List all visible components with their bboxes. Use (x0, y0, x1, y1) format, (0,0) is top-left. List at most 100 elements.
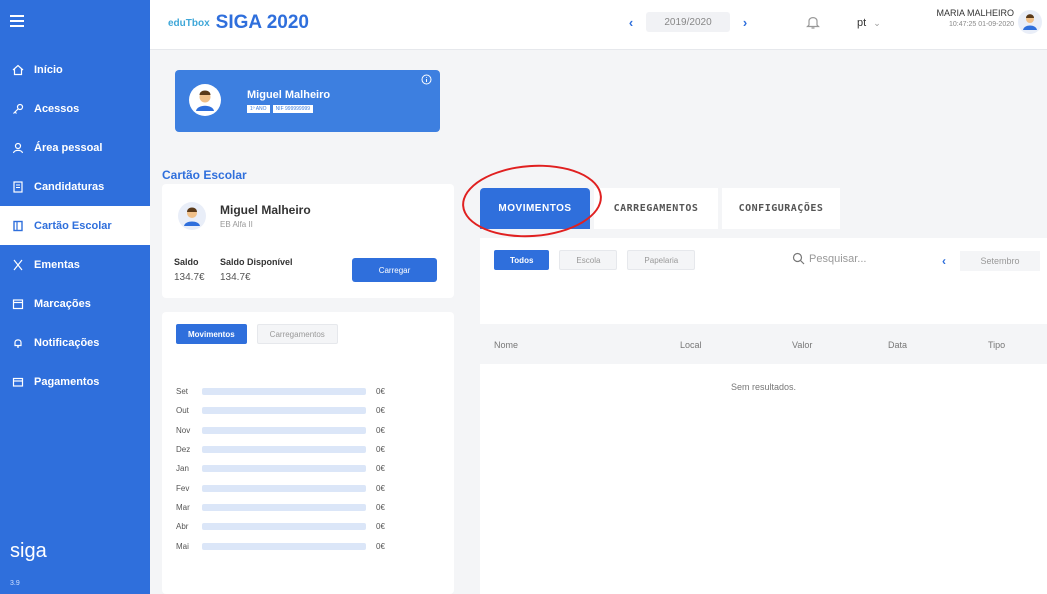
filter-todos[interactable]: Todos (494, 250, 550, 270)
list-item: Mar 0€ (176, 498, 385, 517)
month-label: Jan (176, 464, 189, 474)
column-header-tipo[interactable]: Tipo (988, 340, 1005, 350)
sidebar-item-cartao-escolar[interactable]: Cartão Escolar (0, 206, 150, 245)
filter-papelaria[interactable]: Papelaria (627, 250, 696, 270)
month-label: Out (176, 406, 189, 416)
student-avatar (178, 202, 206, 230)
sidebar-item-label: Ementas (34, 258, 80, 271)
card-icon (12, 220, 24, 232)
chevron-left-icon[interactable]: ‹ (942, 254, 946, 268)
filter-escola[interactable]: Escola (559, 250, 618, 270)
table-header: Nome Local Valor Data Tipo (480, 324, 1047, 364)
student-profile-card[interactable]: Miguel Malheiro 1º ANO NIF 999999999 (175, 70, 440, 132)
tab-carregamentos-side[interactable]: Carregamentos (256, 324, 338, 344)
month-value: 0€ (376, 464, 385, 474)
month-value[interactable]: Setembro (960, 251, 1040, 271)
student-tags: 1º ANO NIF 999999999 (247, 105, 314, 113)
card-student-name: Miguel Malheiro (220, 203, 311, 217)
sidebar-item-candidaturas[interactable]: Candidaturas (0, 167, 150, 206)
notifications-bell-icon[interactable] (806, 14, 820, 35)
month-bar (202, 388, 366, 396)
column-header-local[interactable]: Local (680, 340, 702, 350)
column-header-valor[interactable]: Valor (792, 340, 812, 350)
tab-movimentos-side[interactable]: Movimentos (176, 324, 247, 344)
monthly-movements-card: Movimentos Carregamentos Set 0€ Out 0€ Nov… (162, 312, 454, 594)
month-bar (202, 523, 366, 531)
user-info[interactable]: MARIA MALHEIRO 10:47:25 01-09-2020 (914, 8, 1014, 28)
wallet-icon (12, 376, 24, 388)
month-label: Abr (176, 522, 189, 532)
saldo-disponivel-value: 134.7€ (220, 272, 251, 283)
language-select[interactable]: pt ⌄ (857, 17, 881, 29)
sidebar-item-area-pessoal[interactable]: Área pessoal (0, 128, 150, 167)
search-icon (792, 252, 805, 265)
month-label: Mai (176, 541, 189, 551)
sidebar-top (0, 0, 150, 42)
month-value: 0€ (376, 502, 385, 512)
sidebar-item-inicio[interactable]: Início (0, 50, 150, 89)
month-bar (202, 446, 366, 454)
sidebar-item-label: Notificações (34, 336, 100, 349)
month-bar (202, 503, 366, 511)
avatar[interactable] (1018, 10, 1042, 34)
month-value: 0€ (376, 425, 385, 435)
bell-icon (12, 337, 24, 349)
list-item: Abr 0€ (176, 517, 385, 536)
key-icon (12, 103, 24, 115)
month-selector: ‹ Setembro (942, 251, 1040, 271)
month-label: Mar (176, 502, 190, 512)
month-label: Nov (176, 425, 191, 435)
version-label: 3.9 (10, 580, 20, 587)
year-value[interactable]: 2019/2020 (646, 12, 730, 32)
section-title: Cartão Escolar (162, 168, 247, 182)
cutlery-icon (12, 259, 24, 271)
list-item: Out 0€ (176, 401, 385, 420)
month-value: 0€ (376, 387, 385, 397)
sidebar-item-notificacoes[interactable]: Notificações (0, 323, 150, 362)
saldo-label: Saldo (174, 257, 199, 267)
month-bar (202, 407, 366, 415)
month-label: Fev (176, 483, 190, 493)
brand[interactable]: eduTbox SIGA 2020 (168, 12, 309, 34)
sidebar-item-label: Candidaturas (34, 180, 105, 193)
menu-icon[interactable] (10, 15, 24, 27)
carregar-button[interactable]: Carregar (352, 258, 437, 282)
siga-logo: siga (10, 540, 47, 562)
month-bar (202, 484, 366, 492)
month-label: Dez (176, 445, 191, 455)
movements-panel: Todos Escola Papelaria Pesquisar... ‹ Se… (480, 238, 1047, 594)
month-value: 0€ (376, 541, 385, 551)
tab-configuracoes[interactable]: CONFIGURAÇÕES (722, 188, 840, 229)
sidebar-item-pagamentos[interactable]: Pagamentos (0, 362, 150, 401)
search-input[interactable]: Pesquisar... (792, 252, 866, 265)
chevron-right-icon[interactable]: › (736, 15, 754, 30)
info-icon[interactable] (421, 74, 432, 88)
top-header: eduTbox SIGA 2020 ‹ 2019/2020 › pt ⌄ MAR… (150, 0, 1047, 50)
sidebar-item-acessos[interactable]: Acessos (0, 89, 150, 128)
month-value: 0€ (376, 483, 385, 493)
column-header-data[interactable]: Data (888, 340, 907, 350)
sidebar-item-ementas[interactable]: Ementas (0, 245, 150, 284)
app-title: SIGA 2020 (215, 12, 309, 33)
list-item: Jan 0€ (176, 459, 385, 478)
tab-carregamentos[interactable]: CARREGAMENTOS (594, 188, 718, 229)
sidebar-item-label: Início (34, 63, 63, 76)
column-header-nome[interactable]: Nome (494, 340, 518, 350)
chevron-down-icon: ⌄ (873, 18, 881, 28)
school-name: EB Alfa II (220, 220, 253, 229)
month-bar (202, 426, 366, 434)
highlight-circle-annotation (459, 160, 605, 242)
brand-logo: eduTbox (168, 17, 210, 29)
chevron-left-icon[interactable]: ‹ (622, 15, 640, 30)
saldo-disponivel-label: Saldo Disponível (220, 257, 293, 267)
month-bar (202, 542, 366, 550)
document-icon (12, 180, 24, 193)
language-value: pt (857, 17, 867, 29)
saldo-value: 134.7€ (174, 272, 205, 283)
user-icon (12, 142, 24, 154)
list-item: Nov 0€ (176, 421, 385, 440)
sidebar-item-marcacoes[interactable]: Marcações (0, 284, 150, 323)
month-label: Set (176, 387, 189, 397)
search-placeholder: Pesquisar... (809, 252, 867, 265)
home-icon (12, 64, 24, 76)
